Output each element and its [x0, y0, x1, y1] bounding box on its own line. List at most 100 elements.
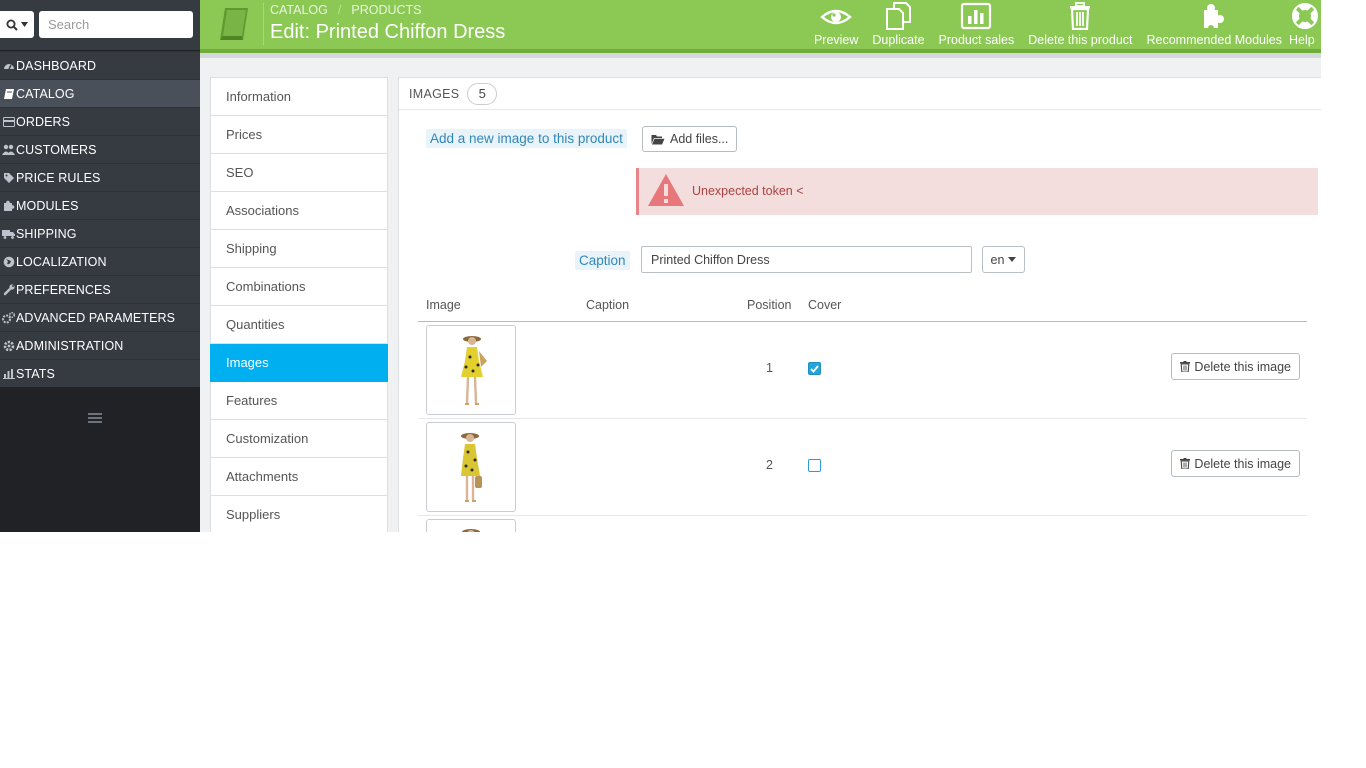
main-menu: DASHBOARD CATALOG ORDERS CUSTOMERS PRICE…: [0, 51, 200, 387]
menu-item-label: ORDERS: [16, 114, 71, 129]
users-icon: [2, 143, 15, 156]
menu-item-advanced-parameters[interactable]: ADVANCED PARAMETERS: [0, 303, 200, 331]
column-cover: Cover: [808, 298, 842, 312]
dress-model-image: [461, 433, 482, 502]
tab-features[interactable]: Features: [211, 382, 387, 420]
delete-image-button[interactable]: Delete this image: [1171, 450, 1300, 477]
copy-icon: [886, 2, 912, 30]
product-image-thumbnail[interactable]: [426, 519, 516, 532]
menu-item-label: ADMINISTRATION: [16, 338, 124, 353]
add-files-label: Add files...: [670, 132, 729, 146]
dashboard-icon: [2, 59, 15, 72]
menu-collapse-icon[interactable]: [88, 413, 102, 425]
breadcrumb-products[interactable]: PRODUCTS: [351, 3, 421, 17]
cover-checkbox[interactable]: [808, 459, 821, 472]
tags-icon: [2, 171, 15, 184]
delete-product-button[interactable]: Delete this product: [1021, 0, 1139, 49]
delete-product-label: Delete this product: [1028, 33, 1133, 47]
tab-shipping[interactable]: Shipping: [211, 230, 387, 268]
product-sales-button[interactable]: Product sales: [932, 0, 1022, 49]
menu-item-label: MODULES: [16, 198, 79, 213]
menu-item-administration[interactable]: ADMINISTRATION: [0, 331, 200, 359]
help-label: Help: [1289, 33, 1315, 47]
menu-item-label: LOCALIZATION: [16, 254, 107, 269]
wrench-icon: [2, 283, 15, 296]
eye-icon: [820, 9, 853, 25]
recommended-modules-label: Recommended Modules: [1146, 33, 1283, 47]
tab-associations[interactable]: Associations: [211, 192, 387, 230]
dress-model-image: [462, 529, 480, 532]
credit-card-icon: [2, 115, 15, 128]
menu-item-orders[interactable]: ORDERS: [0, 107, 200, 135]
delete-image-button[interactable]: Delete this image: [1171, 353, 1300, 380]
puzzle-icon: [1204, 4, 1225, 30]
product-sales-label: Product sales: [938, 33, 1015, 47]
menu-item-label: CATALOG: [16, 86, 75, 101]
tab-information[interactable]: Information: [211, 78, 387, 116]
tab-quantities[interactable]: Quantities: [211, 306, 387, 344]
trash-icon: [1070, 2, 1091, 30]
cog-icon: [2, 339, 15, 352]
error-message: Unexpected token <: [692, 184, 804, 198]
menu-item-label: CUSTOMERS: [16, 142, 97, 157]
image-position: 2: [766, 458, 773, 472]
tab-prices[interactable]: Prices: [211, 116, 387, 154]
menu-item-label: PRICE RULES: [16, 170, 101, 185]
product-image-thumbnail[interactable]: [426, 325, 516, 415]
warning-icon: [648, 174, 684, 206]
page-title: Edit: Printed Chiffon Dress: [270, 21, 506, 43]
search-bar: [0, 0, 200, 50]
tab-customization[interactable]: Customization: [211, 420, 387, 458]
image-position: 1: [766, 361, 773, 375]
column-position: Position: [747, 298, 792, 312]
menu-item-customers[interactable]: CUSTOMERS: [0, 135, 200, 163]
tab-suppliers[interactable]: Suppliers: [211, 496, 387, 532]
search-icon: [6, 19, 18, 31]
duplicate-button[interactable]: Duplicate: [865, 0, 931, 49]
menu-item-preferences[interactable]: PREFERENCES: [0, 275, 200, 303]
header-bottom-bar: [200, 53, 1321, 58]
panel-title: IMAGES: [409, 86, 460, 101]
tab-seo[interactable]: SEO: [211, 154, 387, 192]
sidebar: DASHBOARD CATALOG ORDERS CUSTOMERS PRICE…: [0, 0, 200, 532]
menu-item-catalog[interactable]: CATALOG: [0, 79, 200, 107]
trash-icon: [1180, 458, 1191, 469]
menu-item-label: ADVANCED PARAMETERS: [16, 310, 176, 325]
search-type-button[interactable]: [0, 11, 34, 38]
menu-item-label: PREFERENCES: [16, 282, 111, 297]
menu-item-localization[interactable]: LOCALIZATION: [0, 247, 200, 275]
caption-input[interactable]: [641, 246, 972, 273]
book-icon: [2, 87, 15, 100]
menu-item-stats[interactable]: STATS: [0, 359, 200, 387]
tab-images[interactable]: Images: [210, 344, 388, 382]
menu-item-shipping[interactable]: SHIPPING: [0, 219, 200, 247]
truck-icon: [2, 227, 15, 240]
tab-combinations[interactable]: Combinations: [211, 268, 387, 306]
menu-item-label: STATS: [16, 366, 55, 381]
check-icon: [810, 364, 819, 373]
menu-item-modules[interactable]: MODULES: [0, 191, 200, 219]
add-files-button[interactable]: Add files...: [642, 126, 738, 152]
error-alert: Unexpected token <: [636, 168, 1318, 215]
search-input[interactable]: [39, 11, 193, 38]
caret-down-icon: [1008, 257, 1017, 262]
images-table: Image Caption Position Cover 1 Delete th…: [418, 292, 1307, 532]
breadcrumb: CATALOG / PRODUCTS: [270, 3, 422, 17]
language-dropdown[interactable]: en: [982, 246, 1025, 273]
table-row: 2 Delete this image: [418, 419, 1307, 516]
column-caption: Caption: [586, 298, 630, 312]
menu-item-price-rules[interactable]: PRICE RULES: [0, 163, 200, 191]
panel-heading: IMAGES 5: [399, 78, 1321, 110]
cover-checkbox[interactable]: [808, 362, 821, 375]
recommended-modules-button[interactable]: Recommended Modules: [1140, 0, 1290, 49]
product-image-thumbnail[interactable]: [426, 422, 516, 512]
help-button[interactable]: Help: [1289, 0, 1321, 49]
preview-button[interactable]: Preview: [807, 0, 865, 49]
column-image: Image: [426, 298, 461, 312]
breadcrumb-catalog[interactable]: CATALOG: [270, 3, 328, 17]
menu-item-dashboard[interactable]: DASHBOARD: [0, 51, 200, 79]
duplicate-label: Duplicate: [872, 33, 925, 47]
product-tabs: Information Prices SEO Associations Ship…: [210, 77, 388, 532]
image-count-badge: 5: [467, 82, 498, 105]
tab-attachments[interactable]: Attachments: [211, 458, 387, 496]
